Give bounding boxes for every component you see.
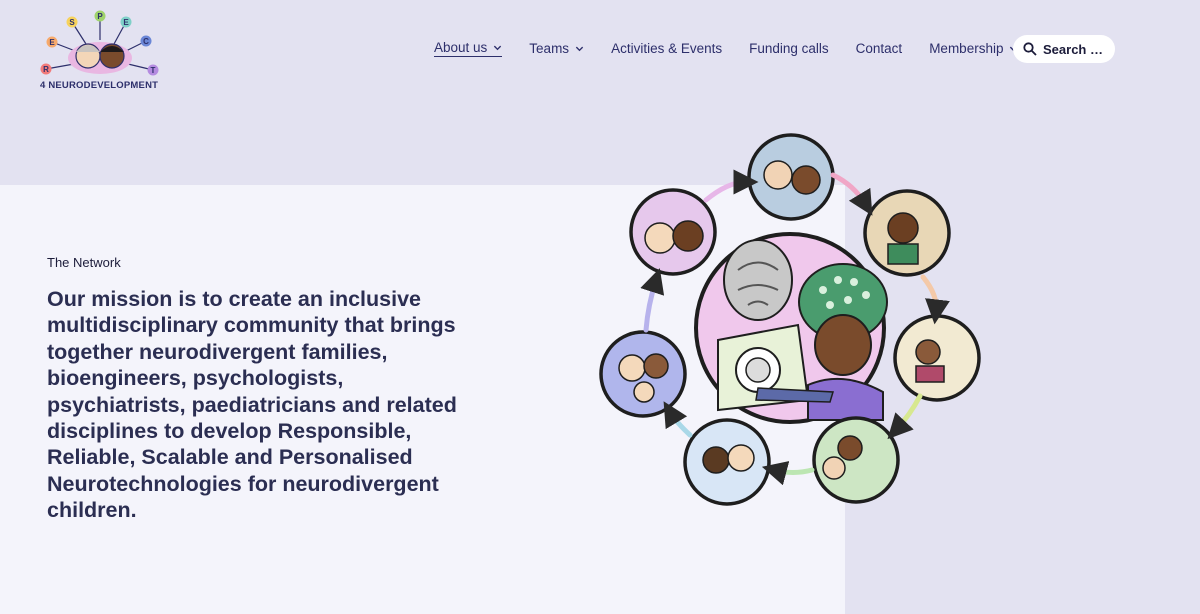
nav-item-activities-events[interactable]: Activities & Events: [611, 41, 722, 56]
nav-item-teams[interactable]: Teams: [529, 41, 584, 56]
main-navigation: About us Teams Activities & Events Fundi…: [434, 40, 1045, 57]
nav-item-contact[interactable]: Contact: [856, 41, 903, 56]
nav-item-label: Teams: [529, 41, 570, 56]
logo-letter: C: [143, 37, 149, 46]
network-cycle-illustration: [599, 133, 981, 506]
nav-item-label: Membership: [929, 41, 1004, 56]
logo-text: 4 NEURODEVELOPMENT: [40, 80, 159, 91]
search-input[interactable]: Search …: [1013, 35, 1115, 63]
nav-item-funding-calls[interactable]: Funding calls: [749, 41, 829, 56]
nav-item-label: Activities & Events: [611, 41, 723, 56]
search-icon: [1023, 42, 1037, 56]
section-eyebrow: The Network: [47, 255, 121, 270]
logo-letter: S: [69, 18, 75, 27]
nav-item-membership[interactable]: Membership: [929, 41, 1018, 56]
center-vignette: [694, 232, 888, 424]
logo-letter: R: [43, 65, 49, 74]
nav-item-label: Funding calls: [749, 41, 829, 56]
logo-graphic: E S P E C R T: [40, 10, 159, 76]
nav-item-label: About us: [434, 40, 488, 55]
chevron-down-icon: [494, 45, 502, 51]
search-placeholder: Search …: [1043, 41, 1103, 57]
nav-item-label: Contact: [855, 41, 903, 56]
chevron-down-icon: [575, 46, 584, 52]
site-logo[interactable]: E S P E C R T 4 NEURODEVELOPMENT: [36, 8, 166, 94]
nav-item-about-us[interactable]: About us: [434, 40, 503, 57]
logo-letter: E: [49, 38, 55, 47]
logo-letter: E: [123, 18, 129, 27]
logo-letter: P: [97, 12, 103, 21]
mission-statement: Our mission is to create an inclusive mu…: [47, 287, 457, 523]
logo-letter: T: [151, 66, 156, 75]
